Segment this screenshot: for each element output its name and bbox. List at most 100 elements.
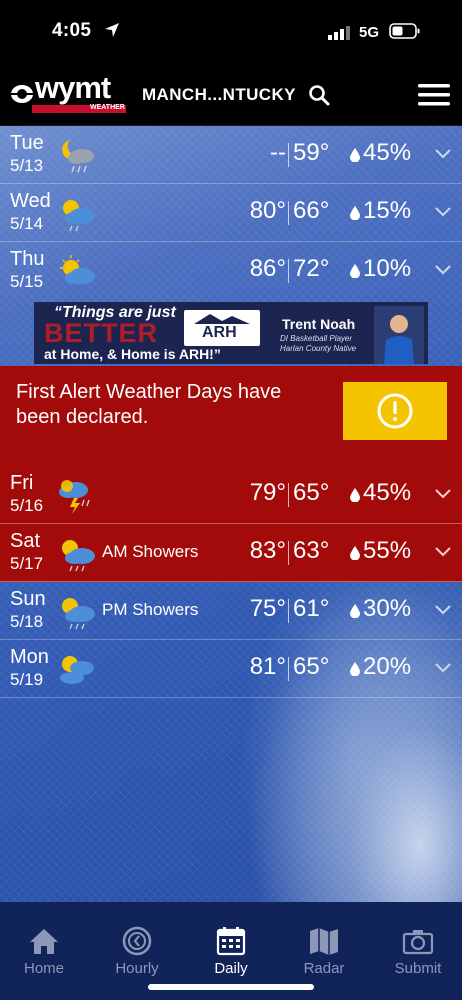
- row-precip: 45%: [363, 139, 412, 166]
- status-time: 4:05: [52, 20, 92, 41]
- chevron-down-icon[interactable]: [434, 488, 452, 500]
- divider: [288, 143, 289, 167]
- partly-sunny-clouds-icon: [60, 656, 94, 684]
- tab-label: Submit: [394, 960, 442, 977]
- daily-forecast-list: Tue 5/13 -- 59° 45% Wed 5/14 80° 66° 15%: [0, 126, 462, 902]
- divider: [288, 201, 289, 225]
- raindrop-icon: [350, 264, 360, 278]
- chevron-down-icon[interactable]: [434, 148, 452, 160]
- location-arrow-icon: [105, 23, 119, 37]
- home-icon: [30, 929, 58, 954]
- divider: [288, 541, 289, 565]
- row-day: Sat: [10, 530, 41, 552]
- row-high: --: [270, 139, 286, 166]
- partly-sunny-rain-icon: [63, 200, 95, 232]
- row-high: 79°: [249, 479, 286, 506]
- row-high: 80°: [249, 197, 286, 224]
- raindrop-icon: [350, 206, 360, 220]
- forecast-row[interactable]: Mon 5/19 81° 65° 20%: [0, 640, 462, 698]
- row-precip: 45%: [363, 479, 412, 506]
- logo-subtext: WEATHER: [90, 104, 125, 111]
- row-low: 63°: [293, 537, 330, 564]
- tab-daily[interactable]: Daily: [191, 924, 271, 984]
- row-date: 5/16: [10, 496, 44, 515]
- search-icon[interactable]: [308, 84, 330, 106]
- row-high: 81°: [249, 653, 286, 680]
- row-condition: AM Showers: [102, 542, 199, 561]
- player-photo: [374, 306, 424, 364]
- row-date: 5/18: [10, 612, 44, 631]
- tab-submit[interactable]: Submit: [378, 924, 458, 984]
- chevron-down-icon[interactable]: [434, 546, 452, 558]
- tab-home[interactable]: Home: [4, 924, 84, 984]
- divider: [288, 599, 289, 623]
- tab-hourly[interactable]: Hourly: [97, 924, 177, 984]
- forecast-row[interactable]: Sun 5/18 PM Showers 75° 61° 30%: [0, 582, 462, 640]
- location-name[interactable]: MANCH...NTUCKY: [142, 85, 296, 105]
- signal-icon: [328, 26, 350, 40]
- first-alert-banner[interactable]: First Alert Weather Days have been decla…: [0, 366, 462, 466]
- network-type: 5G: [359, 24, 380, 41]
- row-date: 5/14: [10, 214, 44, 233]
- row-date: 5/15: [10, 272, 44, 291]
- row-precip: 30%: [363, 595, 412, 622]
- chevron-down-icon[interactable]: [434, 264, 452, 276]
- forecast-row-alert[interactable]: Sat 5/17 AM Showers 83° 63° 55%: [0, 524, 462, 582]
- night-cloudy-rain-icon: [62, 140, 94, 173]
- ad-line3: at Home, & Home is ARH!”: [44, 346, 221, 362]
- alert-warning-button[interactable]: [343, 382, 447, 440]
- tab-radar[interactable]: Radar: [284, 924, 364, 984]
- divider: [288, 259, 289, 283]
- row-precip: 10%: [363, 255, 412, 282]
- forecast-row[interactable]: Tue 5/13 -- 59° 45%: [0, 126, 462, 184]
- app-header: wymt WEATHER MANCH...NTUCKY: [0, 62, 462, 126]
- ad-brand: ARH: [202, 324, 237, 341]
- row-high: 86°: [249, 255, 286, 282]
- row-day: Fri: [10, 472, 34, 494]
- partly-sunny-rain-icon: [62, 598, 95, 630]
- row-precip: 20%: [363, 653, 412, 680]
- camera-icon: [402, 930, 434, 955]
- chevron-down-icon[interactable]: [434, 206, 452, 218]
- hamburger-menu-icon[interactable]: [418, 82, 450, 108]
- row-precip: 55%: [363, 537, 412, 564]
- tab-label: Hourly: [115, 960, 159, 977]
- chevron-down-icon[interactable]: [434, 662, 452, 674]
- row-day: Sun: [10, 588, 46, 610]
- row-low: 65°: [293, 479, 330, 506]
- ad-subtitle-2: Harlan County Native: [280, 344, 357, 353]
- tab-label: Radar: [303, 960, 345, 977]
- ad-line2: BETTER: [44, 318, 158, 348]
- row-day: Mon: [10, 646, 49, 668]
- row-high: 75°: [249, 595, 286, 622]
- logo-text: wymt: [35, 70, 111, 105]
- row-day: Tue: [10, 132, 44, 154]
- partly-sunny-rain-icon: [62, 540, 95, 572]
- alert-message: First Alert Weather Days have been decla…: [16, 381, 282, 428]
- row-date: 5/17: [10, 554, 44, 573]
- row-condition: PM Showers: [102, 600, 199, 619]
- advertisement-banner[interactable]: “Things are just BETTER at Home, & Home …: [34, 302, 428, 364]
- battery-icon: [389, 23, 420, 39]
- row-day: Wed: [10, 190, 51, 212]
- status-bar: 4:05 5G: [0, 0, 462, 62]
- row-low: 59°: [293, 139, 330, 166]
- row-day: Thu: [10, 248, 45, 270]
- ad-name: Trent Noah: [282, 316, 356, 332]
- row-date: 5/19: [10, 670, 44, 689]
- chevron-down-icon[interactable]: [434, 604, 452, 616]
- map-icon: [310, 928, 338, 955]
- wymt-logo[interactable]: wymt WEATHER: [10, 70, 130, 114]
- row-low: 61°: [293, 595, 330, 622]
- thunderstorm-icon: [59, 480, 90, 514]
- tab-label: Home: [23, 960, 64, 977]
- forecast-row[interactable]: Thu 5/15 86° 72° 10%: [0, 242, 462, 302]
- row-precip: 15%: [363, 197, 412, 224]
- raindrop-icon: [350, 488, 360, 502]
- forecast-row-alert[interactable]: Fri 5/16 79° 65° 45%: [0, 466, 462, 524]
- forecast-row[interactable]: Wed 5/14 80° 66° 15%: [0, 184, 462, 242]
- divider: [288, 657, 289, 681]
- tab-label: Daily: [214, 960, 248, 977]
- row-date: 5/13: [10, 156, 44, 175]
- partly-sunny-icon: [60, 255, 95, 284]
